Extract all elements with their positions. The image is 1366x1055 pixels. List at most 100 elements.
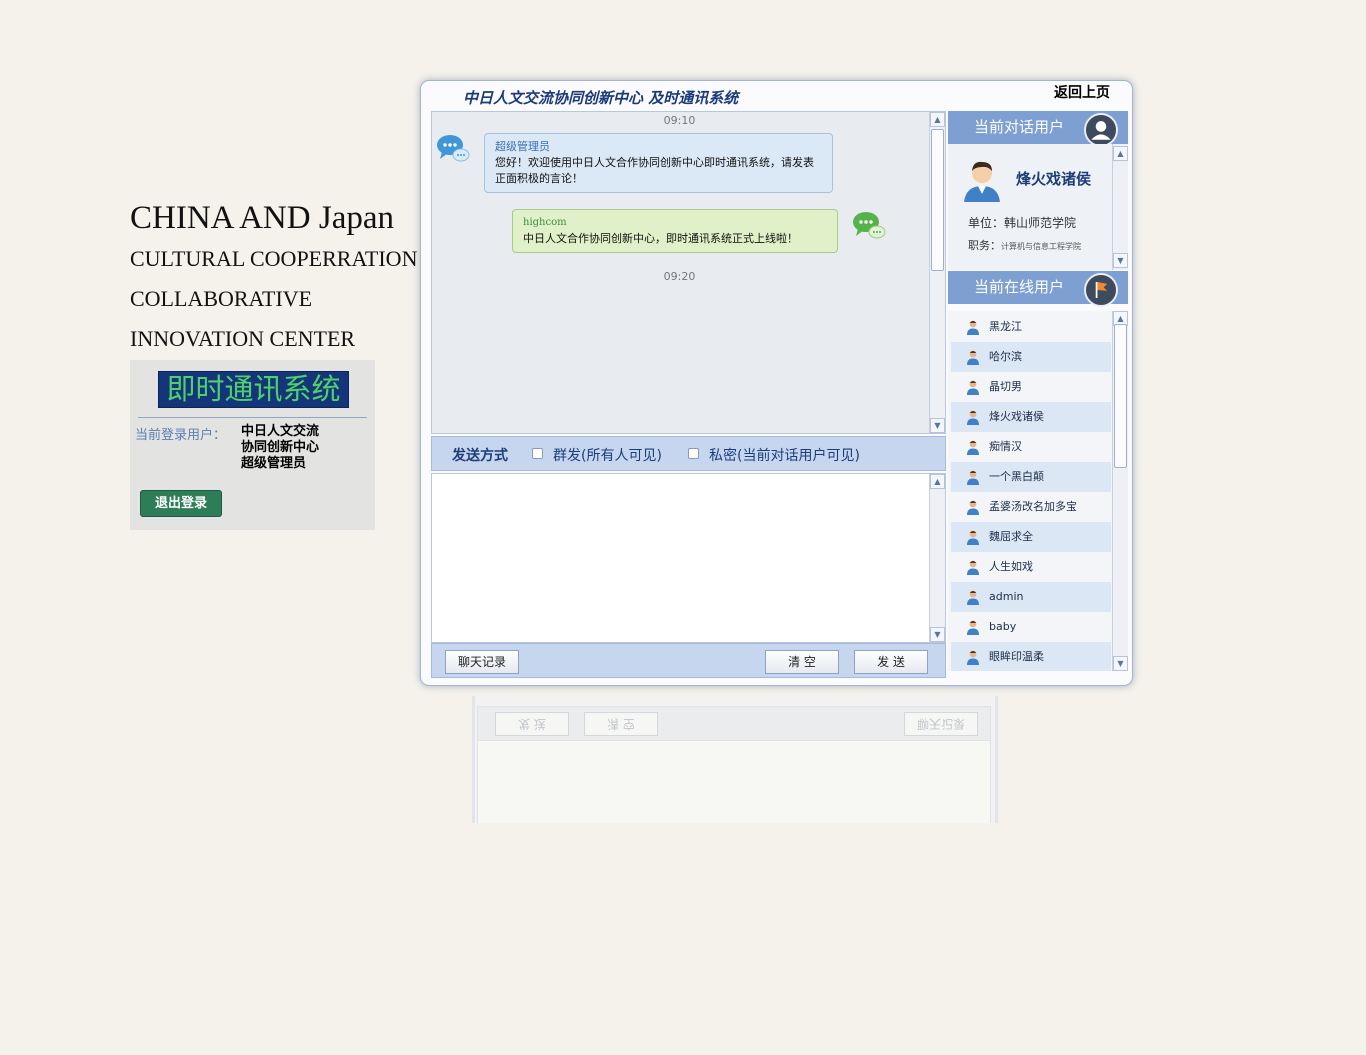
user-icon	[967, 380, 979, 395]
online-user-item[interactable]: 孟婆汤改名加多宝	[951, 492, 1111, 522]
brand-line-2: CULTURAL COOPERRATION	[130, 246, 418, 271]
online-user-name: 哈尔滨	[989, 350, 1022, 363]
user-icon	[967, 560, 979, 575]
message-scrollbar[interactable]: ▲ ▼	[929, 112, 945, 433]
online-user-item[interactable]: 人生如戏	[951, 552, 1111, 582]
scroll-thumb[interactable]	[1114, 324, 1127, 468]
private-send-option[interactable]: 私密(当前对话用户可见)	[688, 445, 860, 465]
user-icon	[967, 620, 979, 635]
online-user-name: 烽火戏诸侯	[989, 410, 1044, 423]
brand-line-4: INNOVATION CENTER	[130, 326, 356, 351]
im-system-logo: 即时通讯系统	[158, 371, 349, 408]
scroll-up-arrow-icon[interactable]: ▲	[930, 112, 945, 127]
online-user-item[interactable]: admin	[951, 582, 1111, 612]
current-user-line-1: 中日人文交流	[241, 424, 320, 439]
user-icon	[967, 650, 979, 665]
current-chat-header: 当前对话用户	[948, 111, 1128, 147]
back-link[interactable]: 返回上页	[1054, 82, 1110, 102]
online-user-name: 眼眸印温柔	[989, 650, 1044, 663]
online-user-item[interactable]: 哈尔滨	[951, 342, 1111, 372]
send-mode-label: 发送方式	[452, 448, 508, 464]
flag-icon	[1084, 273, 1118, 307]
user-icon	[967, 410, 979, 425]
brand-line-1: CHINA AND Japan	[130, 200, 394, 236]
scroll-down-arrow-icon[interactable]: ▼	[1113, 656, 1128, 671]
group-send-label: 群发(所有人可见)	[553, 448, 662, 464]
user-card-scrollbar[interactable]: ▲ ▼	[1112, 144, 1128, 270]
chat-history-button[interactable]: 聊天记录	[445, 650, 519, 674]
reflection-history-button: 聊天记录	[904, 712, 978, 736]
scroll-up-arrow-icon[interactable]: ▲	[930, 474, 945, 489]
brand-line-3: COLLABORATIVE	[130, 286, 313, 311]
clear-button[interactable]: 清 空	[765, 650, 839, 674]
scroll-down-arrow-icon[interactable]: ▼	[930, 418, 945, 433]
online-list-scrollbar[interactable]: ▲ ▼	[1112, 311, 1128, 671]
send-mode-bar: 发送方式 群发(所有人可见) 私密(当前对话用户可见)	[431, 436, 946, 471]
message-area: 09:10 超级管理员 您好！欢迎使用中日人文合作协同创新中心即时通讯系统，请发…	[431, 111, 946, 434]
message-sender: highcom	[523, 217, 567, 228]
user-icon	[967, 440, 979, 455]
current-user-line-3: 超级管理员	[241, 456, 307, 471]
group-send-checkbox[interactable]	[532, 448, 543, 459]
logout-button[interactable]: 退出登录	[140, 490, 222, 517]
scroll-down-arrow-icon[interactable]: ▼	[930, 627, 945, 642]
message-timestamp: 09:10	[663, 114, 696, 127]
scroll-thumb[interactable]	[931, 129, 944, 271]
online-user-name: 魏屈求全	[989, 530, 1033, 543]
chat-window: 中日人文交流协同创新中心 及时通讯系统 返回上页 09:10 超级管理员 您好！…	[420, 80, 1133, 686]
reflection-clear-button: 清 空	[584, 712, 658, 736]
current-chat-title: 当前对话用户	[974, 118, 1065, 136]
scroll-up-arrow-icon[interactable]: ▲	[1113, 146, 1128, 161]
online-users-list: 黑龙江哈尔滨晶切男烽火戏诸侯痴情汉一个黑白颠孟婆汤改名加多宝 魏屈求全人生如戏 ad…	[948, 311, 1128, 671]
online-user-name: baby	[989, 620, 1017, 633]
message-bubble-outgoing: highcom 中日人文合作协同创新中心，即时通讯系统正式上线啦！	[512, 209, 838, 253]
current-user-name: 中日人文交流 协同创新中心 超级管理员	[241, 424, 351, 472]
online-user-item[interactable]: 一个黑白颠	[951, 462, 1111, 492]
message-text: 中日人文合作协同创新中心，即时通讯系统正式上线啦！	[523, 232, 798, 245]
window-reflection: 发 送 清 空 聊天记录	[472, 696, 998, 823]
online-user-item[interactable]: 晶切男	[951, 372, 1111, 402]
message-input[interactable]: ▲ ▼	[431, 473, 946, 643]
user-icon	[967, 470, 979, 485]
online-user-name: 黑龙江	[989, 320, 1022, 333]
online-users-header: 当前在线用户	[948, 271, 1128, 307]
message-sender: 超级管理员	[495, 140, 550, 153]
user-unit-value: 韩山师范学院	[1004, 216, 1077, 230]
online-user-name: 痴情汉	[989, 440, 1022, 453]
message-text: 您好！欢迎使用中日人文合作协同创新中心即时通讯系统，请发表正面积极的言论！	[495, 156, 814, 185]
user-icon	[967, 590, 979, 605]
login-panel: 即时通讯系统 当前登录用户： 中日人文交流 协同创新中心 超级管理员 退出登录	[130, 360, 375, 530]
window-title: 中日人文交流协同创新中心 及时通讯系统	[463, 89, 739, 107]
online-user-name: 孟婆汤改名加多宝	[989, 500, 1077, 513]
current-user-line-2: 协同创新中心	[241, 440, 320, 455]
group-send-option[interactable]: 群发(所有人可见)	[532, 445, 662, 465]
user-job-label: 职务：	[968, 239, 1001, 252]
input-scrollbar[interactable]: ▲ ▼	[929, 474, 945, 642]
current-chat-user-name: 烽火戏诸侯	[1016, 170, 1092, 188]
online-user-name: 一个黑白颠	[989, 470, 1044, 483]
online-user-item[interactable]: baby	[951, 612, 1111, 642]
user-unit: 单位：韩山师范学院	[968, 214, 1076, 231]
online-user-item[interactable]: 黑龙江	[951, 312, 1111, 342]
private-send-checkbox[interactable]	[688, 448, 699, 459]
message-bubble-incoming: 超级管理员 您好！欢迎使用中日人文合作协同创新中心即时通讯系统，请发表正面积极的…	[484, 133, 833, 193]
online-user-name: 晶切男	[989, 380, 1022, 393]
online-user-item[interactable]: 烽火戏诸侯	[951, 402, 1111, 432]
user-icon	[967, 350, 979, 365]
scroll-down-arrow-icon[interactable]: ▼	[1113, 253, 1128, 268]
user-unit-label: 单位：	[968, 216, 1005, 230]
online-user-item[interactable]: 眼眸印温柔	[951, 642, 1111, 671]
user-icon	[967, 320, 979, 335]
user-job: 职务：计算机与信息工程学院	[968, 237, 1081, 253]
reflection-bar: 发 送 清 空 聊天记录	[477, 706, 991, 741]
online-user-item[interactable]: 魏屈求全	[951, 522, 1111, 552]
reflection-input	[477, 741, 991, 823]
online-user-item[interactable]: 痴情汉	[951, 432, 1111, 462]
send-button[interactable]: 发 送	[854, 650, 928, 674]
action-bar: 聊天记录 清 空 发 送	[431, 643, 946, 678]
user-job-value: 计算机与信息工程学院	[1001, 242, 1081, 251]
divider	[138, 417, 367, 418]
chat-bubble-icon	[437, 135, 470, 162]
current-user-label: 当前登录用户：	[135, 428, 227, 443]
avatar-icon	[964, 161, 1000, 202]
